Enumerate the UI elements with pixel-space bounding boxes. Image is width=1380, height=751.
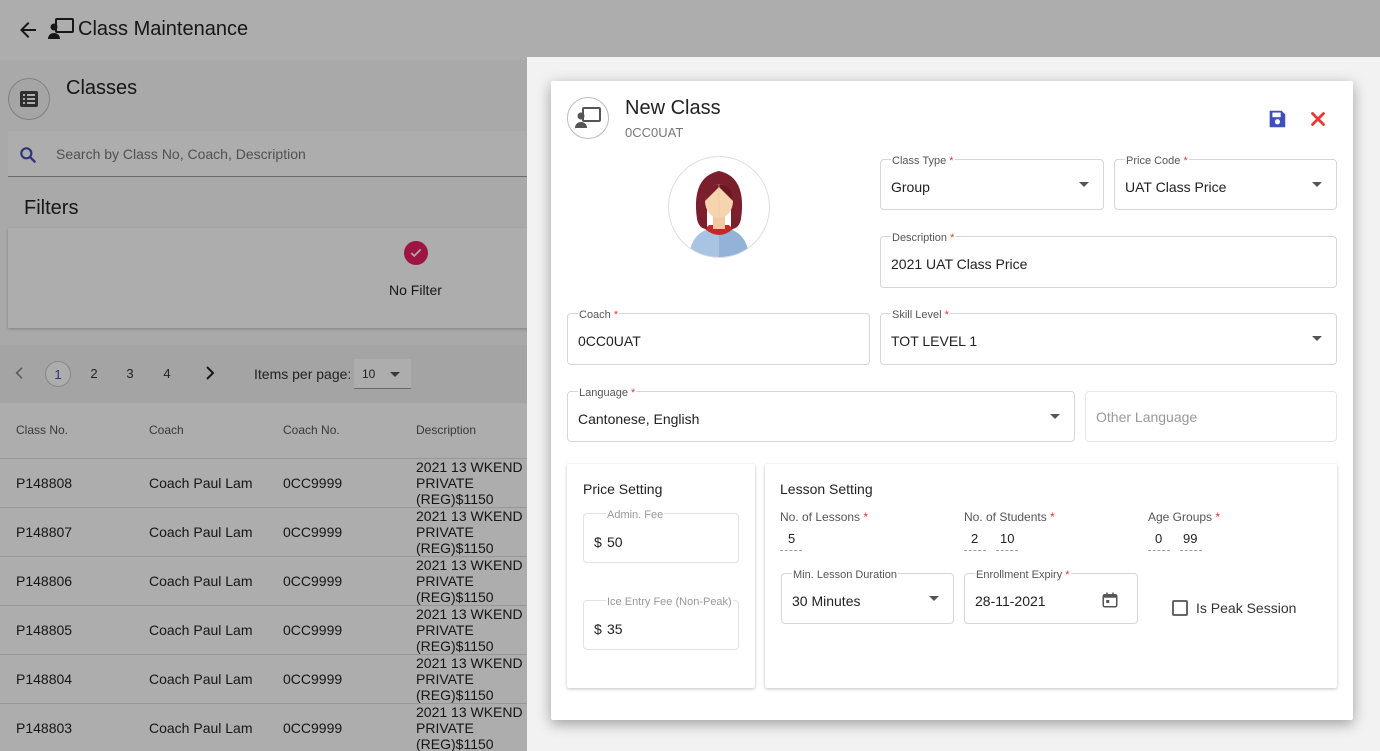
coach-label: Coach * xyxy=(578,309,620,321)
description-field[interactable]: Description * 2021 UAT Class Price xyxy=(880,232,1337,288)
other-language-placeholder: Other Language xyxy=(1096,409,1198,425)
class-type-value: Group xyxy=(891,179,930,195)
skill-level-label: Skill Level * xyxy=(891,309,950,321)
save-icon[interactable] xyxy=(1266,108,1288,130)
ice-entry-fee-label: Ice Entry Fee (Non-Peak) xyxy=(606,596,733,608)
lesson-setting-title: Lesson Setting xyxy=(780,481,873,497)
peak-session-label[interactable]: Is Peak Session xyxy=(1196,600,1296,616)
age-groups-label: Age Groups * xyxy=(1148,510,1221,524)
language-label: Language * xyxy=(578,387,637,399)
language-select[interactable]: Language * Cantonese, English xyxy=(567,387,1075,442)
close-icon[interactable] xyxy=(1307,108,1329,130)
currency-symbol: $ xyxy=(594,621,602,637)
input-underline xyxy=(964,550,986,551)
age-group-min[interactable]: 0 xyxy=(1155,531,1162,546)
currency-symbol: $ xyxy=(594,534,602,550)
price-code-label: Price Code * xyxy=(1125,155,1189,167)
dialog-subtitle: 0CC0UAT xyxy=(625,125,684,140)
other-language-input[interactable]: Other Language xyxy=(1085,391,1337,442)
ice-entry-fee-value: 35 xyxy=(607,621,623,637)
no-of-lessons-label: No. of Lessons * xyxy=(780,510,869,524)
min-lesson-duration-value: 30 Minutes xyxy=(792,593,861,609)
admin-fee-field[interactable]: Admin. Fee $ 50 xyxy=(583,509,739,563)
admin-fee-label: Admin. Fee xyxy=(606,509,665,521)
price-code-select[interactable]: Price Code * UAT Class Price xyxy=(1114,155,1337,210)
dialog-title: New Class xyxy=(625,97,721,119)
description-value: 2021 UAT Class Price xyxy=(891,256,1028,272)
coach-value: 0CC0UAT xyxy=(578,333,641,349)
price-code-value: UAT Class Price xyxy=(1125,179,1227,195)
min-lesson-duration-select[interactable]: Min. Lesson Duration 30 Minutes xyxy=(781,569,954,624)
new-class-dialog: New Class 0CC0UAT Class Type * Group Pri… xyxy=(551,81,1353,720)
dropdown-arrow-icon xyxy=(929,596,939,601)
admin-fee-value: 50 xyxy=(607,534,623,550)
no-of-lessons-value[interactable]: 5 xyxy=(788,531,795,546)
peak-session-checkbox[interactable] xyxy=(1172,600,1188,616)
dropdown-arrow-icon xyxy=(1050,414,1060,419)
lesson-setting-card: Lesson Setting No. of Lessons * 5 No. of… xyxy=(765,464,1337,688)
price-setting-card: Price Setting Admin. Fee $ 50 Ice Entry … xyxy=(567,464,755,688)
class-type-label: Class Type * xyxy=(891,155,955,167)
language-value: Cantonese, English xyxy=(578,411,700,427)
no-of-students-label: No. of Students * xyxy=(964,510,1055,524)
dialog-avatar xyxy=(567,97,609,139)
no-of-students-min[interactable]: 2 xyxy=(971,531,978,546)
ice-entry-fee-field[interactable]: Ice Entry Fee (Non-Peak) $ 35 xyxy=(583,596,739,650)
price-setting-title: Price Setting xyxy=(583,481,663,497)
input-underline xyxy=(1180,550,1202,551)
age-group-max[interactable]: 99 xyxy=(1183,531,1197,546)
dropdown-arrow-icon xyxy=(1079,182,1089,187)
skill-level-select[interactable]: Skill Level * TOT LEVEL 1 xyxy=(880,309,1337,365)
dropdown-arrow-icon xyxy=(1312,182,1322,187)
dropdown-arrow-icon xyxy=(1312,336,1322,341)
description-label: Description * xyxy=(891,232,956,244)
enrollment-expiry-label: Enrollment Expiry * xyxy=(975,569,1071,581)
min-lesson-duration-label: Min. Lesson Duration xyxy=(792,569,898,581)
skill-level-value: TOT LEVEL 1 xyxy=(891,333,978,349)
enrollment-expiry-field[interactable]: Enrollment Expiry * 28-11-2021 xyxy=(964,569,1138,624)
enrollment-expiry-value: 28-11-2021 xyxy=(975,593,1046,609)
no-of-students-max[interactable]: 10 xyxy=(1000,531,1014,546)
coach-field[interactable]: Coach * 0CC0UAT xyxy=(567,309,870,365)
class-icon xyxy=(575,107,601,128)
class-type-select[interactable]: Class Type * Group xyxy=(880,155,1104,210)
calendar-icon[interactable] xyxy=(1101,591,1119,609)
input-underline xyxy=(996,550,1018,551)
input-underline xyxy=(1148,550,1170,551)
input-underline xyxy=(780,550,802,551)
coach-avatar xyxy=(668,156,770,258)
